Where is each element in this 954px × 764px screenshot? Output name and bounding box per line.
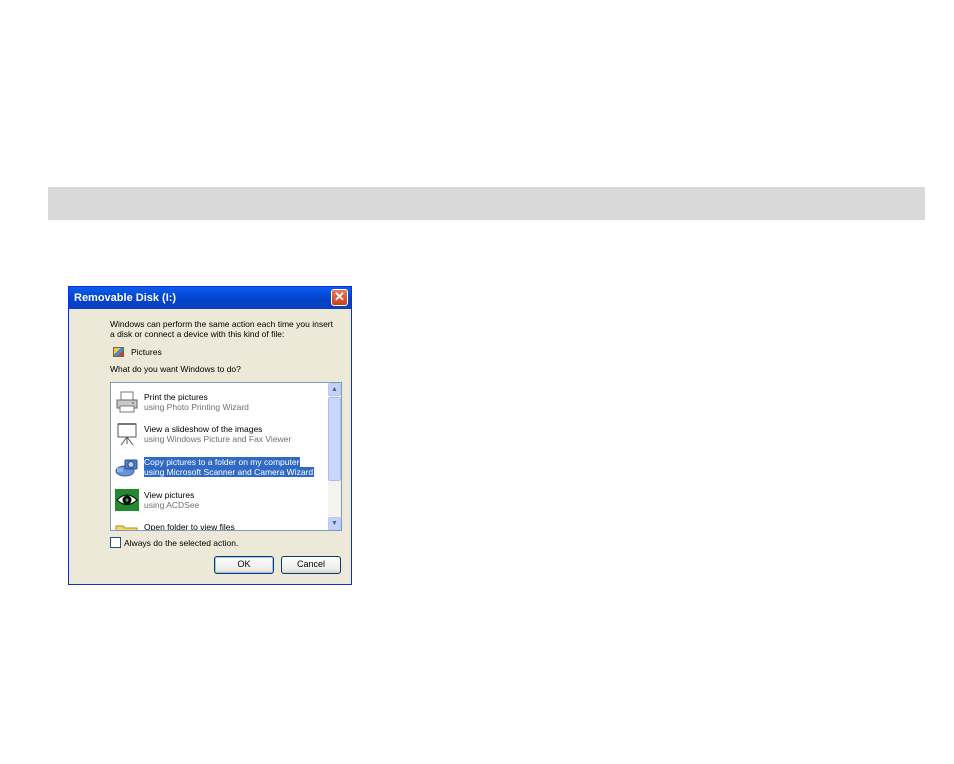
action-title: Print the pictures	[144, 392, 208, 402]
header-band	[48, 187, 925, 220]
slideshow-projector-icon	[117, 423, 137, 446]
prompt-label: What do you want Windows to do?	[110, 364, 241, 374]
folder-icon	[115, 525, 138, 530]
action-subtitle: using ACDSee	[144, 500, 200, 510]
chevron-up-icon: ▲	[331, 386, 338, 393]
chevron-down-icon: ▼	[331, 520, 338, 527]
dialog-title: Removable Disk (I:)	[74, 292, 177, 304]
action-subtitle: using Microsoft Scanner and Camera Wizar…	[144, 467, 315, 477]
action-subtitle: using Photo Printing Wizard	[144, 402, 249, 412]
pictures-icon	[113, 347, 124, 357]
ok-button[interactable]: OK	[214, 556, 274, 574]
close-button[interactable]: ✕	[331, 289, 348, 306]
scroll-thumb[interactable]	[328, 397, 341, 481]
action-title: View a slideshow of the images	[144, 424, 263, 434]
title-bar[interactable]: Removable Disk (I:) ✕	[69, 287, 351, 309]
list-scrollbar[interactable]: ▲ ▼	[328, 383, 341, 530]
action-item-copy-pictures[interactable]: Copy pictures to a folder on my computer…	[113, 452, 328, 484]
action-item-print[interactable]: Print the pictures using Photo Printing …	[113, 387, 328, 419]
close-icon: ✕	[334, 289, 345, 304]
cancel-button[interactable]: Cancel	[281, 556, 341, 574]
action-subtitle: using Windows Picture and Fax Viewer	[144, 434, 292, 444]
always-do-label: Always do the selected action.	[124, 538, 239, 548]
intro-line-1: Windows can perform the same action each…	[110, 319, 333, 329]
always-do-checkbox[interactable]	[110, 537, 121, 548]
acdsee-eye-icon	[115, 489, 139, 511]
autoplay-dialog: Removable Disk (I:) ✕ Windows can perfor…	[68, 286, 352, 585]
action-list[interactable]: Print the pictures using Photo Printing …	[110, 382, 342, 531]
intro-line-2: a disk or connect a device with this kin…	[110, 329, 285, 339]
scroll-up-button[interactable]: ▲	[328, 383, 341, 396]
action-title: Copy pictures to a folder on my computer	[144, 457, 301, 467]
action-item-view-pictures[interactable]: View pictures using ACDSee	[113, 485, 328, 517]
action-item-slideshow[interactable]: View a slideshow of the images using Win…	[113, 419, 328, 451]
action-item-open-folder[interactable]: Open folder to view files	[113, 517, 328, 531]
action-title: Open folder to view files	[144, 522, 235, 531]
action-title: View pictures	[144, 490, 195, 500]
camera-wizard-icon	[115, 459, 138, 477]
content-type-label: Pictures	[131, 347, 162, 357]
scroll-down-button[interactable]: ▼	[328, 517, 341, 530]
printer-icon	[116, 391, 138, 413]
